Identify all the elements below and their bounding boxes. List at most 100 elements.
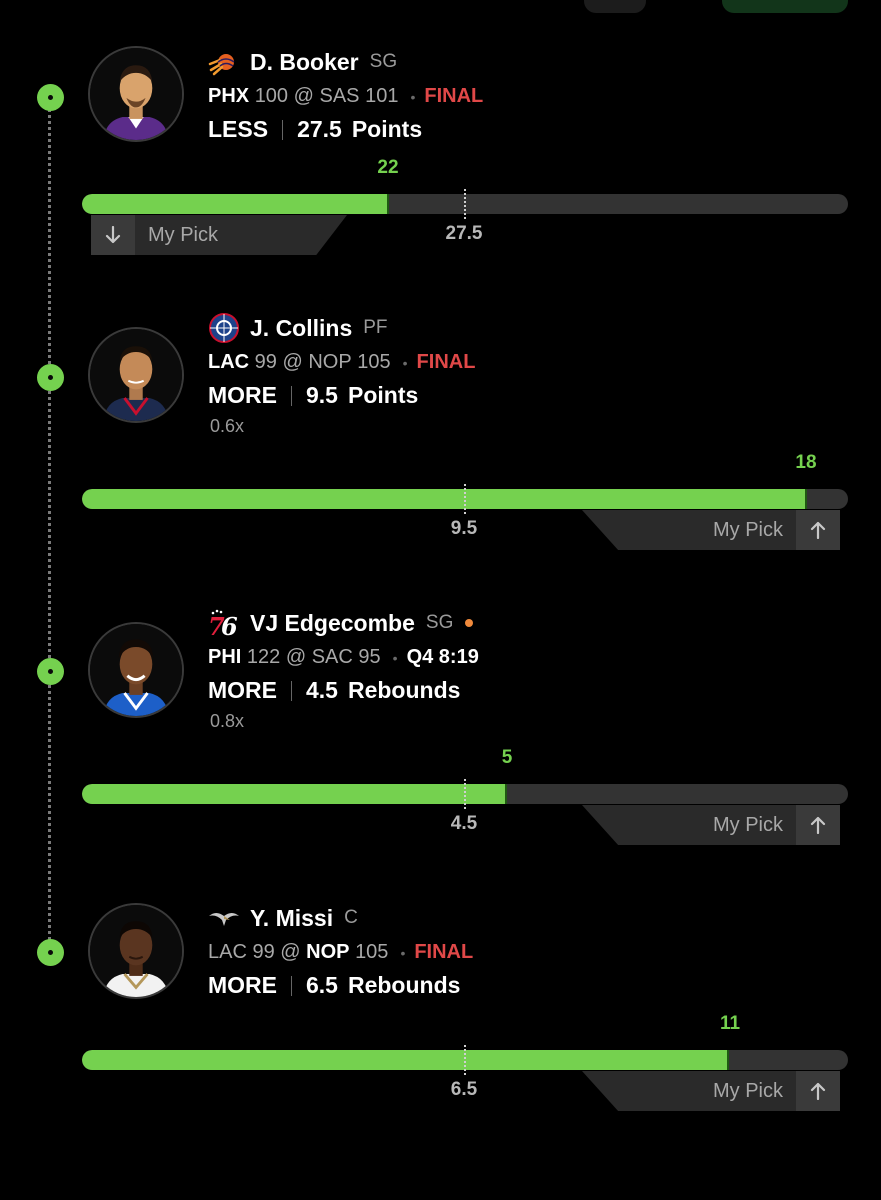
player-name-row: D. Booker SG	[208, 47, 397, 77]
player-position: PF	[363, 317, 388, 338]
payout-multiplier: 0.6x	[210, 416, 245, 436]
player-name-row: J. Collins PF	[208, 313, 388, 343]
game-score-row: PHI 122 @ SAC 95 • Q4 8:19	[208, 646, 479, 669]
player-name: Y. Missi	[250, 904, 334, 931]
away-team: PHI	[208, 646, 242, 668]
player-position: SG	[425, 612, 454, 633]
actual-value-label: 22	[377, 157, 399, 178]
actual-marker	[386, 194, 389, 214]
at-sign: @	[282, 351, 303, 373]
home-team: SAC	[311, 646, 353, 668]
at-sign: @	[285, 646, 307, 668]
prop-line: 4.5	[306, 677, 338, 703]
suns-logo-icon	[208, 48, 240, 76]
progress-fill	[82, 489, 806, 509]
line-marker	[464, 779, 466, 809]
away-team: LAC	[208, 941, 247, 963]
line-marker	[464, 189, 466, 219]
prop-line: 27.5	[297, 116, 342, 142]
clippers-logo-icon	[208, 313, 240, 343]
my-pick-label: My Pick	[713, 813, 783, 836]
game-status: FINAL	[416, 351, 476, 373]
divider	[291, 680, 292, 701]
player-avatar	[88, 46, 184, 142]
player-position: SG	[369, 51, 398, 72]
line-marker	[464, 484, 466, 514]
away-score: 99	[254, 351, 277, 373]
my-pick-tag: My Pick	[582, 1071, 840, 1111]
home-score: 105	[357, 351, 391, 373]
prop-row: MORE 9.5 Points	[208, 382, 418, 409]
game-score-row: LAC 99 @ NOP 105 • FINAL	[208, 941, 473, 964]
prop-line: 9.5	[306, 382, 338, 408]
prop-stat: Rebounds	[347, 972, 461, 998]
live-indicator	[465, 619, 474, 627]
separator-dot: •	[410, 88, 416, 105]
top-button-left[interactable]	[584, 0, 646, 13]
progress-fill	[82, 784, 507, 804]
away-score: 122	[246, 646, 281, 668]
divider	[291, 385, 292, 406]
pick-direction: LESS	[208, 116, 269, 142]
player-avatar	[88, 903, 184, 999]
game-score-row: LAC 99 @ NOP 105 • FINAL	[208, 351, 475, 374]
timeline-node	[37, 364, 64, 391]
away-team: LAC	[208, 351, 250, 373]
at-sign: @	[293, 85, 314, 107]
player-avatar	[88, 622, 184, 718]
actual-value-label: 11	[719, 1013, 741, 1034]
arrow-up-icon	[796, 510, 840, 550]
prop-stat: Points	[351, 116, 423, 142]
timeline-node	[37, 658, 64, 685]
prop-stat: Rebounds	[347, 677, 461, 703]
separator-dot: •	[392, 649, 398, 666]
my-pick-label: My Pick	[713, 518, 783, 541]
home-team: NOP	[306, 941, 350, 963]
divider	[291, 975, 292, 996]
prop-row: MORE 6.5 Rebounds	[208, 972, 460, 999]
prop-stat: Points	[347, 382, 419, 408]
home-team: NOP	[308, 351, 352, 373]
payout-multiplier: 0.8x	[210, 711, 245, 731]
divider	[282, 119, 284, 140]
prop-row: LESS 27.5 Points	[208, 116, 422, 143]
pelicans-logo-icon	[208, 904, 240, 932]
home-score: 95	[358, 646, 381, 668]
away-score: 100	[254, 85, 289, 107]
my-pick-tag: My Pick	[91, 215, 347, 255]
away-score: 99	[252, 941, 275, 963]
player-position: C	[344, 907, 358, 928]
my-pick-label: My Pick	[713, 1079, 783, 1102]
game-status: FINAL	[424, 85, 484, 107]
progress-fill	[82, 1050, 729, 1070]
arrow-up-icon	[796, 1071, 840, 1111]
actual-marker	[727, 1050, 730, 1070]
line-value-label: 4.5	[450, 813, 478, 834]
away-team: PHX	[208, 85, 250, 107]
76ers-logo-icon: 7 6	[208, 609, 240, 638]
home-team: SAS	[319, 85, 360, 107]
timeline-line	[48, 96, 51, 952]
actual-marker	[804, 489, 807, 509]
svg-text:6: 6	[221, 612, 238, 638]
top-button-right[interactable]	[722, 0, 848, 13]
pick-direction: MORE	[208, 382, 277, 408]
actual-marker	[505, 784, 508, 804]
player-name: J. Collins	[250, 314, 353, 341]
player-avatar	[88, 327, 184, 423]
game-score-row: PHX 100 @ SAS 101 • FINAL	[208, 85, 483, 108]
prop-row: MORE 4.5 Rebounds	[208, 677, 460, 704]
game-status: Q4 8:19	[406, 646, 479, 668]
pick-direction: MORE	[208, 972, 277, 998]
separator-dot: •	[402, 354, 408, 371]
at-sign: @	[280, 941, 301, 963]
player-name-row: 7 6 VJ Edgecombe SG	[208, 608, 474, 638]
line-value-label: 9.5	[450, 518, 478, 539]
game-status: FINAL	[414, 941, 474, 963]
player-name-row: Y. Missi C	[208, 903, 358, 933]
my-pick-tag: My Pick	[582, 510, 840, 550]
player-name: VJ Edgecombe	[250, 609, 415, 636]
player-name: D. Booker	[250, 48, 359, 75]
timeline-node	[37, 939, 64, 966]
line-marker	[464, 1045, 466, 1075]
